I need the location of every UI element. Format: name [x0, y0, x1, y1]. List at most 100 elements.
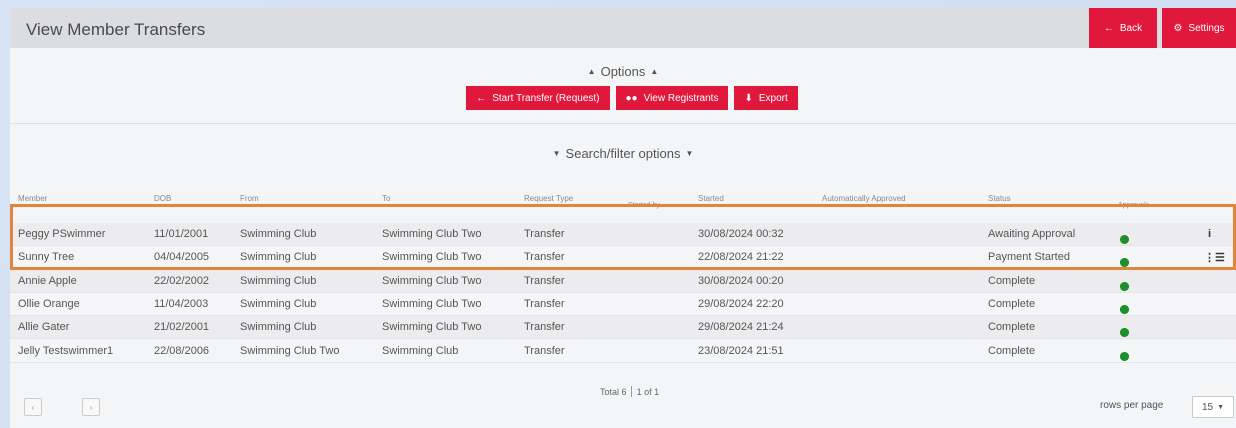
info-icon[interactable]: i: [1208, 228, 1211, 240]
table-row[interactable]: Allie Gater 21/02/2001 Swimming Club Swi…: [10, 316, 1236, 339]
options-toggle[interactable]: ▲ Options ▲: [10, 64, 1236, 79]
cell-member: Sunny Tree: [18, 251, 75, 263]
rows-per-page-label: rows per page: [1100, 400, 1164, 411]
cell-status: Complete: [988, 298, 1036, 310]
back-button[interactable]: ← Back: [1089, 8, 1157, 48]
users-icon: ●●: [625, 92, 638, 104]
settings-label: Settings: [1188, 22, 1225, 34]
main-panel: View Member Transfers ← Back ⚙ Settings …: [10, 8, 1236, 428]
cell-dob: 22/02/2002: [154, 275, 210, 287]
column-header-dob[interactable]: DOB: [154, 194, 171, 203]
cell-from: Swimming Club: [240, 228, 317, 240]
rows-per-page-select[interactable]: 15 ▼: [1192, 396, 1234, 418]
cell-member: Peggy PSwimmer: [18, 228, 106, 240]
cell-started: 29/08/2024 21:24: [698, 321, 784, 333]
pagination-summary: Total 6 1 of 1: [600, 386, 659, 397]
cell-type: Transfer: [524, 298, 565, 310]
cell-from: Swimming Club Two: [240, 345, 340, 357]
page-header: View Member Transfers ← Back ⚙ Settings: [10, 8, 1236, 48]
column-header-started[interactable]: Started: [698, 194, 724, 203]
column-header-approvals: Approvals: [1118, 202, 1150, 209]
view-registrants-button[interactable]: ●● View Registrants: [615, 86, 729, 110]
approval-done-dot: [1120, 305, 1129, 314]
cell-dob: 04/04/2005: [154, 251, 210, 263]
cell-dob: 11/01/2001: [154, 228, 209, 240]
cell-status: Payment Started: [988, 251, 1070, 263]
view-registrants-label: View Registrants: [643, 92, 719, 104]
chevron-left-icon: ‹: [31, 402, 35, 412]
caret-up-icon: ▲: [650, 67, 659, 76]
cell-started: 29/08/2024 22:20: [698, 298, 784, 310]
cell-type: Transfer: [524, 251, 565, 263]
cell-started: 23/08/2024 21:51: [698, 345, 784, 357]
prev-page-button[interactable]: ‹: [24, 398, 42, 416]
table-row[interactable]: Jelly Testswimmer1 22/08/2006 Swimming C…: [10, 340, 1236, 363]
cell-status: Complete: [988, 321, 1036, 333]
page-title: View Member Transfers: [26, 20, 206, 39]
cell-to: Swimming Club Two: [382, 275, 482, 287]
options-title: Options: [600, 64, 646, 79]
cell-from: Swimming Club: [240, 275, 317, 287]
export-button[interactable]: ⬇ Export: [734, 86, 798, 110]
table-row[interactable]: Peggy PSwimmer 11/01/2001 Swimming Club …: [10, 223, 1236, 246]
divider: [10, 123, 1236, 124]
cell-dob: 22/08/2006: [154, 345, 210, 357]
list-icon[interactable]: ⋮☰: [1204, 251, 1225, 264]
page-count: 1 of 1: [636, 387, 660, 397]
cell-from: Swimming Club: [240, 321, 317, 333]
cell-type: Transfer: [524, 228, 565, 240]
cell-to: Swimming Club: [382, 345, 459, 357]
caret-down-icon: ▼: [1217, 403, 1225, 411]
cell-type: Transfer: [524, 345, 565, 357]
cell-status: Complete: [988, 345, 1036, 357]
caret-down-icon: ▼: [552, 149, 561, 158]
arrow-left-icon: ←: [476, 92, 487, 104]
cell-dob: 21/02/2001: [154, 321, 210, 333]
table-header: Member DOB From To Request Type Started …: [10, 192, 1236, 209]
cell-to: Swimming Club Two: [382, 228, 482, 240]
cell-member: Annie Apple: [18, 275, 77, 287]
cell-to: Swimming Club Two: [382, 321, 482, 333]
download-icon: ⬇: [744, 92, 753, 104]
cell-type: Transfer: [524, 275, 565, 287]
search-filter-toggle[interactable]: ▼ Search/filter options ▼: [10, 146, 1236, 161]
approval-done-dot: [1120, 328, 1129, 337]
cell-to: Swimming Club Two: [382, 251, 482, 263]
back-label: Back: [1119, 22, 1143, 34]
cogs-icon: ⚙: [1173, 22, 1183, 34]
cell-member: Allie Gater: [18, 321, 70, 333]
chevron-right-icon: ›: [89, 402, 93, 412]
approval-done-dot: [1120, 352, 1129, 361]
column-header-status[interactable]: Status: [988, 194, 1011, 203]
start-transfer-button[interactable]: ← Start Transfer (Request): [466, 86, 610, 110]
cell-started: 30/08/2024 00:32: [698, 228, 784, 240]
cell-dob: 11/04/2003: [154, 298, 209, 310]
caret-up-icon: ▲: [587, 67, 596, 76]
column-header-started-by: Started by: [628, 202, 660, 209]
column-header-to[interactable]: To: [382, 194, 390, 203]
approval-done-dot: [1120, 282, 1129, 291]
cell-started: 30/08/2024 00:20: [698, 275, 784, 287]
cell-to: Swimming Club Two: [382, 298, 482, 310]
column-header-auto-approved[interactable]: Automatically Approved: [822, 194, 906, 203]
total-count: Total 6: [600, 387, 627, 397]
column-header-from[interactable]: From: [240, 194, 259, 203]
settings-button[interactable]: ⚙ Settings: [1162, 8, 1236, 48]
table-row[interactable]: Ollie Orange 11/04/2003 Swimming Club Sw…: [10, 293, 1236, 316]
cell-type: Transfer: [524, 321, 565, 333]
cell-from: Swimming Club: [240, 251, 317, 263]
start-transfer-label: Start Transfer (Request): [492, 92, 600, 104]
options-buttons: ← Start Transfer (Request) ●● View Regis…: [10, 86, 1236, 110]
column-header-request-type[interactable]: Request Type: [524, 194, 573, 203]
table-row[interactable]: Annie Apple 22/02/2002 Swimming Club Swi…: [10, 270, 1236, 293]
search-filter-title: Search/filter options: [565, 146, 681, 161]
caret-down-icon: ▼: [685, 149, 694, 158]
next-page-button[interactable]: ›: [82, 398, 100, 416]
table-row[interactable]: Sunny Tree 04/04/2005 Swimming Club Swim…: [10, 246, 1236, 269]
cell-from: Swimming Club: [240, 298, 317, 310]
approval-done-dot: [1120, 235, 1129, 244]
cell-status: Complete: [988, 275, 1036, 287]
cell-member: Ollie Orange: [18, 298, 80, 310]
cell-started: 22/08/2024 21:22: [698, 251, 784, 263]
column-header-member[interactable]: Member: [18, 194, 47, 203]
